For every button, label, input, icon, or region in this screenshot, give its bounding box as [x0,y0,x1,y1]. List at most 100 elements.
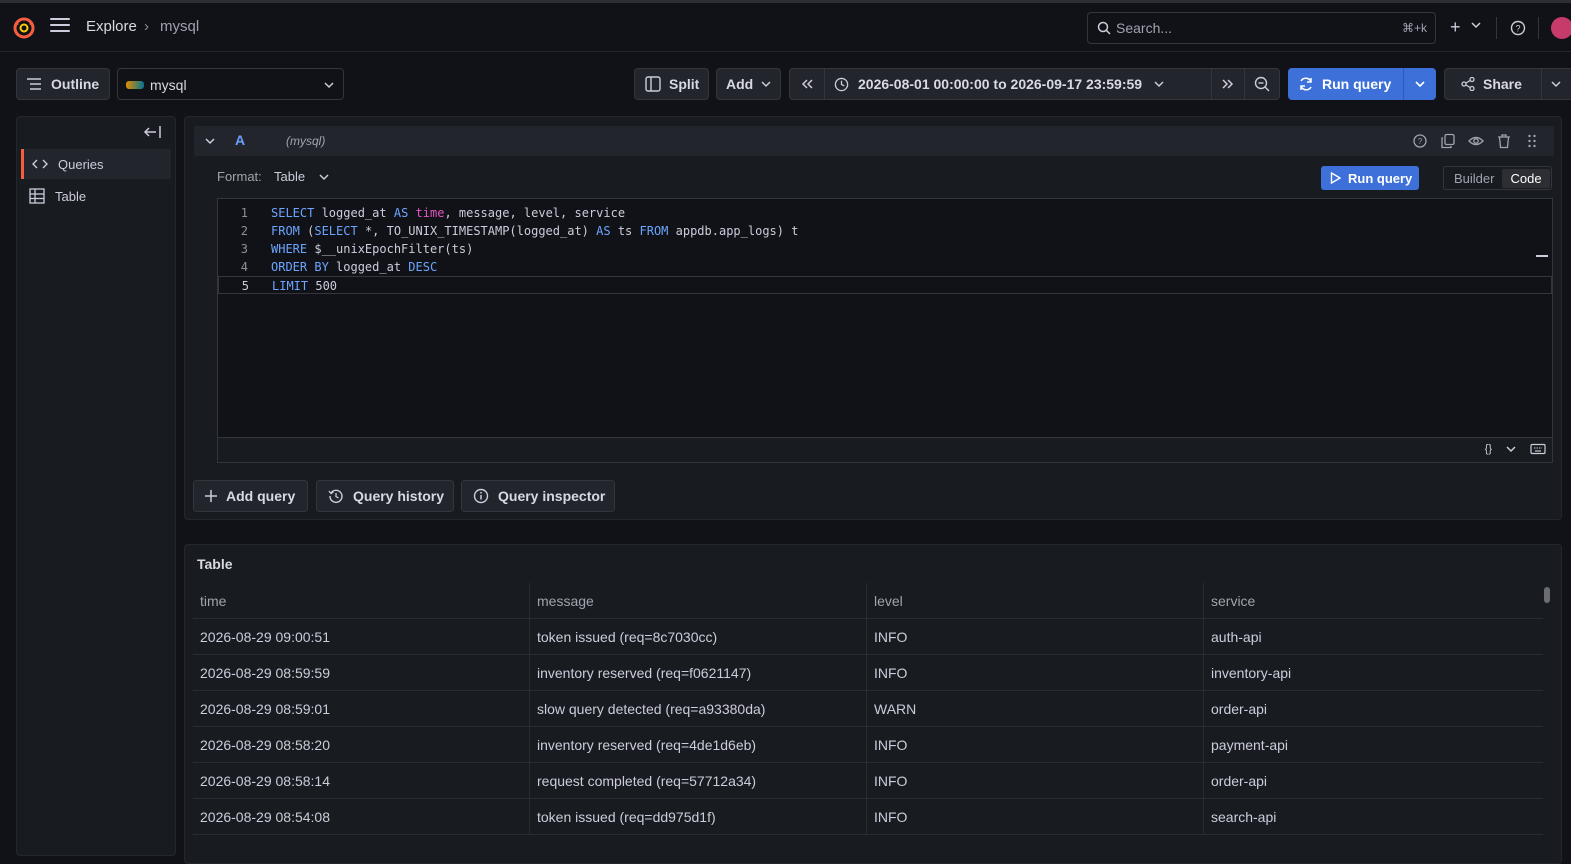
eye-icon[interactable] [1468,133,1484,149]
table-cell: 2026-08-29 08:58:20 [193,727,530,763]
line-number: 4 [240,260,248,274]
double-chevron-right-icon [1222,79,1234,89]
collapse-sidebar-icon[interactable] [143,125,161,139]
share-button[interactable]: Share [1444,68,1571,100]
run-query-small-label: Run query [1348,170,1413,186]
search-input[interactable]: Search... ⌘+k [1087,12,1436,44]
search-shortcut: ⌘+k [1401,21,1427,35]
table-scrollbar[interactable] [1543,583,1551,863]
keyboard-icon[interactable] [1530,443,1546,455]
scrollbar-thumb[interactable] [1544,587,1550,603]
clock-icon [834,77,849,91]
query-ref-id[interactable]: A [235,132,245,148]
chevron-down-icon[interactable] [319,173,329,181]
table-cell: search-api [1211,809,1277,825]
table-cell: order-api [1211,701,1268,717]
add-button[interactable]: Add [716,68,781,100]
svg-text:?: ? [1515,24,1520,34]
split-button[interactable]: Split [634,68,709,100]
chevron-down-icon[interactable] [205,137,215,145]
column-header-service[interactable]: service [1204,583,1543,619]
split-label: Split [669,76,700,92]
run-query-small-button[interactable]: Run query [1321,166,1419,190]
table-cell: inventory reserved (req=4de1d6eb) [530,727,867,763]
table-cell: auth-api [1211,629,1262,645]
table-row: 2026-08-29 08:58:14 request completed (r… [193,763,1543,799]
help-icon[interactable]: ? [1510,20,1526,36]
table-cell: 2026-08-29 08:59:01 [193,691,530,727]
code-line-text: ORDER BY logged_at DESC [271,260,438,274]
format-label: Format: [217,169,262,184]
datasource-picker[interactable]: mysql [117,68,344,100]
editor-mode-toggle: Builder Code [1443,166,1552,190]
menu-icon[interactable] [50,18,70,36]
line-number: 2 [240,224,248,238]
table-cell: payment-api [1211,737,1289,753]
sidebar-item-label: Table [55,188,87,204]
time-range-controls: 2026-08-01 00:00:00 to 2026-09-17 23:59:… [789,68,1280,100]
svg-text:?: ? [1418,137,1423,146]
chevron-down-icon [761,81,771,88]
query-row-header: A (mysql) ? [194,126,1554,156]
format-code-button[interactable]: {} [1485,443,1492,455]
drag-handle-icon[interactable] [1524,133,1540,149]
column-header-level[interactable]: level [867,583,1204,619]
run-query-options[interactable] [1404,80,1436,88]
sql-code-editor[interactable]: 1 SELECT logged_at AS time, message, lev… [217,198,1553,438]
play-icon [1330,172,1341,184]
add-label: Add [726,76,754,92]
table-cell: token issued (req=dd975d1f) [530,799,867,835]
divider [1541,69,1542,99]
minimap-marker [1536,255,1548,257]
table-cell: inventory reserved (req=f0621147) [530,655,867,691]
code-line-text: WHERE $__unixEpochFilter(ts) [271,242,474,256]
format-select[interactable]: Table [274,169,305,184]
table-row: 2026-08-29 08:59:01 slow query detected … [193,691,1543,727]
duplicate-icon[interactable] [1440,133,1456,149]
time-shift-forward-button[interactable] [1212,69,1245,99]
zoom-out-button[interactable] [1245,69,1279,99]
time-shift-back-button[interactable] [790,69,825,99]
table-cell: INFO [867,619,1204,655]
table-cell: INFO [867,727,1204,763]
sidebar-item-queries[interactable]: Queries [21,149,171,179]
add-query-button[interactable]: Add query [193,480,308,512]
chevron-down-icon[interactable] [1506,445,1516,453]
column-header-time[interactable]: time [193,583,530,619]
table-header-row: time message level service [193,583,1543,619]
help-icon[interactable]: ? [1412,133,1428,149]
info-icon [473,488,489,504]
breadcrumb-explore[interactable]: Explore [86,18,137,35]
table-cell: inventory-api [1211,665,1292,681]
editor-footer: {} [217,438,1553,463]
avatar[interactable] [1551,17,1571,39]
table-row: 2026-08-29 08:58:20 inventory reserved (… [193,727,1543,763]
table-cell: 2026-08-29 09:00:51 [193,619,530,655]
code-line-text: LIMIT 500 [272,279,338,293]
outline-label: Outline [51,76,100,92]
query-history-button[interactable]: Query history [316,480,454,512]
builder-mode-option[interactable]: Builder [1446,169,1502,188]
query-history-label: Query history [353,488,445,504]
table-cell: 2026-08-29 08:58:14 [193,763,530,799]
table-cell: slow query detected (req=a93380da) [530,691,867,727]
trash-icon[interactable] [1496,133,1512,149]
plus-icon [205,490,217,502]
line-number: 5 [241,279,249,293]
chevron-down-icon[interactable] [1551,80,1561,88]
divider [1496,17,1497,39]
grafana-logo-icon[interactable] [12,16,36,40]
query-inspector-button[interactable]: Query inspector [461,480,615,512]
code-mode-option[interactable]: Code [1502,168,1550,188]
search-placeholder: Search... [1116,20,1173,36]
new-button[interactable]: + [1450,17,1461,38]
search-icon [1097,21,1111,35]
outline-button[interactable]: Outline [16,68,110,100]
sidebar-item-table[interactable]: Table [21,181,171,211]
column-header-message[interactable]: message [530,583,867,619]
chevron-down-icon[interactable] [1471,21,1481,29]
table-cell: INFO [867,799,1204,835]
run-query-button[interactable]: Run query [1288,68,1436,100]
zoom-out-icon [1254,76,1270,92]
time-range-picker[interactable]: 2026-08-01 00:00:00 to 2026-09-17 23:59:… [825,69,1212,99]
